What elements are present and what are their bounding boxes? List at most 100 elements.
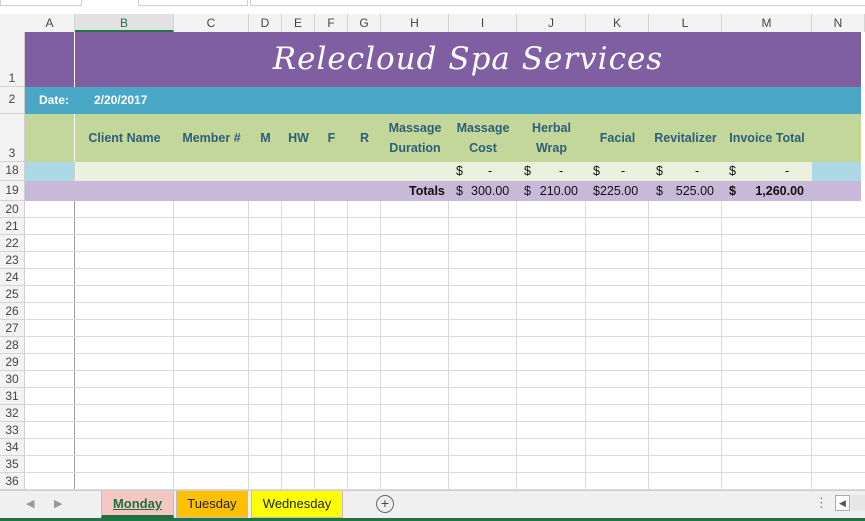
column-header-e[interactable]: E [282, 14, 315, 32]
row-header-29[interactable]: 29 [0, 354, 25, 371]
row-header-2[interactable]: 2 [0, 87, 25, 114]
row-header-24[interactable]: 24 [0, 269, 25, 286]
column-header-n[interactable]: N [812, 14, 865, 32]
formula-controls[interactable] [138, 0, 248, 6]
gridline [448, 201, 449, 490]
header-text: Cost [469, 141, 497, 155]
data-row-18[interactable]: $ - $ - $ - $ - $ - [75, 162, 812, 181]
cell-n1 [861, 32, 865, 87]
date-row: Date: 2/20/2017 [25, 87, 861, 114]
totals-massage-currency: $ [456, 184, 463, 198]
header-revitalizer[interactable]: Revitalizer [649, 114, 722, 162]
column-header-i[interactable]: I [449, 14, 517, 32]
header-herbal-wrap[interactable]: Herbal Wrap [517, 114, 586, 162]
cell-a18[interactable] [25, 162, 75, 181]
massage-cost-value: - [488, 164, 493, 178]
header-massage-cost[interactable]: Massage Cost [449, 114, 517, 162]
herbal-wrap-currency: $ [524, 164, 531, 178]
row-header-22[interactable]: 22 [0, 235, 25, 252]
tab-tuesday[interactable]: Tuesday [176, 491, 248, 518]
cell-n2-3 [861, 87, 865, 162]
header-text: Massage [388, 121, 442, 135]
horizontal-scrollbar[interactable] [851, 495, 865, 511]
column-header-a[interactable]: A [25, 14, 75, 32]
revitalizer-value: - [695, 164, 700, 178]
gridline [25, 353, 865, 354]
tab-wednesday[interactable]: Wednesday [251, 491, 343, 518]
header-hw[interactable]: HW [282, 114, 315, 162]
column-header-h[interactable]: H [381, 14, 449, 32]
facial-currency: $ [593, 164, 600, 178]
column-header-c[interactable]: C [174, 14, 249, 32]
header-facial[interactable]: Facial [586, 114, 649, 162]
gridline [25, 387, 865, 388]
title-cell-a1[interactable] [25, 32, 75, 87]
formula-input[interactable] [250, 0, 865, 6]
row-header-21[interactable]: 21 [0, 218, 25, 235]
gridline [516, 201, 517, 490]
row-header-33[interactable]: 33 [0, 422, 25, 439]
gridline [25, 421, 865, 422]
column-header-bar: A B C D E F G H I J K L M N [0, 14, 865, 33]
invoice-total-currency: $ [729, 164, 736, 178]
column-header-k[interactable]: K [586, 14, 649, 32]
cell-n18[interactable] [812, 162, 861, 181]
gridline [281, 201, 282, 490]
gridline [173, 201, 174, 490]
formula-bar-strip [0, 0, 865, 8]
row-header-36[interactable]: 36 [0, 473, 25, 490]
header-massage-duration[interactable]: Massage Duration [381, 114, 449, 162]
totals-revitalizer: 525.00 [675, 184, 714, 198]
date-value[interactable]: 2/20/2017 [94, 87, 147, 114]
empty-grid[interactable] [25, 201, 865, 490]
gridline [721, 201, 722, 490]
row-header-27[interactable]: 27 [0, 320, 25, 337]
column-titles-row: Client Name Member # M HW F R Massage Du… [25, 114, 861, 162]
gridline [25, 438, 865, 439]
row-header-35[interactable]: 35 [0, 456, 25, 473]
row-header-19[interactable]: 19 [0, 181, 25, 201]
header-text: Massage [456, 121, 510, 135]
chevron-left-icon[interactable]: ◀ [26, 497, 34, 510]
sheet-title[interactable]: Relecloud Spa Services [75, 32, 861, 87]
header-client-name[interactable]: Client Name [75, 114, 174, 162]
row-header-26[interactable]: 26 [0, 303, 25, 320]
header-m[interactable]: M [249, 114, 282, 162]
gridline [25, 217, 865, 218]
column-header-d[interactable]: D [249, 14, 282, 32]
invoice-total-value: - [785, 164, 790, 178]
row-header-20[interactable]: 20 [0, 201, 25, 218]
row-header-3[interactable]: 3 [0, 114, 25, 162]
column-header-m[interactable]: M [722, 14, 812, 32]
row-header-23[interactable]: 23 [0, 252, 25, 269]
scroll-left-icon[interactable]: ◀ [835, 495, 850, 511]
revitalizer-currency: $ [656, 164, 663, 178]
name-box[interactable] [0, 0, 82, 6]
plus-circle-icon[interactable]: + [376, 495, 394, 513]
header-f[interactable]: F [315, 114, 348, 162]
tab-monday[interactable]: Monday [101, 491, 174, 518]
row-header-25[interactable]: 25 [0, 286, 25, 303]
column-header-b[interactable]: B [75, 14, 174, 32]
header-invoice-total[interactable]: Invoice Total [722, 114, 812, 162]
row-header-28[interactable]: 28 [0, 337, 25, 354]
row-header-18[interactable]: 18 [0, 162, 25, 181]
totals-label: Totals [409, 184, 445, 198]
totals-row[interactable]: Totals $ 300.00 $ 210.00 $225.00 $ 525.0… [25, 181, 861, 201]
totals-massage-cost: 300.00 [471, 184, 510, 198]
header-r[interactable]: R [348, 114, 381, 162]
column-header-j[interactable]: J [517, 14, 586, 32]
row-header-31[interactable]: 31 [0, 388, 25, 405]
column-header-g[interactable]: G [348, 14, 381, 32]
row-header-32[interactable]: 32 [0, 405, 25, 422]
column-header-f[interactable]: F [315, 14, 348, 32]
chevron-right-icon[interactable]: ▶ [54, 497, 62, 510]
column-header-l[interactable]: L [649, 14, 722, 32]
header-member[interactable]: Member # [174, 114, 249, 162]
more-options-icon[interactable]: ⋮ [815, 495, 828, 511]
row-header-34[interactable]: 34 [0, 439, 25, 456]
date-label: Date: [39, 93, 70, 107]
row-header-30[interactable]: 30 [0, 371, 25, 388]
row-header-1[interactable]: 1 [0, 32, 25, 87]
gridline [25, 251, 865, 252]
